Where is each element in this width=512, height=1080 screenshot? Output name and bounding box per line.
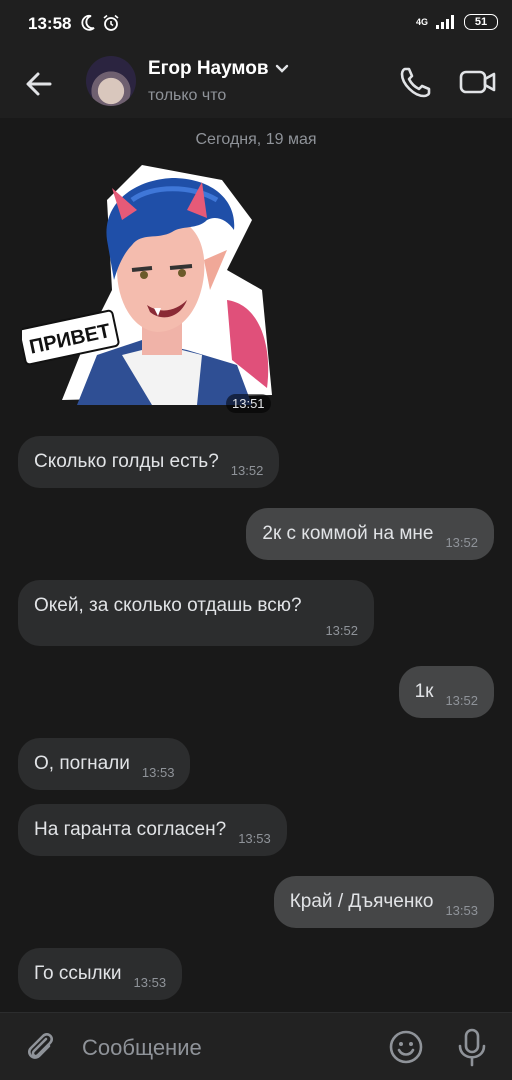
battery-indicator: 51	[464, 14, 498, 30]
message-input[interactable]	[80, 1027, 374, 1069]
status-time: 13:58	[28, 14, 72, 33]
message-bubble[interactable]: Го ссылки 13:53	[18, 948, 183, 1000]
message-bubble[interactable]: Окей, за сколько отдашь всю? 13:52	[18, 580, 374, 646]
chat-screen: 13:58 4G 51 Егор Наумов только что Сегод…	[0, 0, 512, 1080]
message-bubble[interactable]: На гаранта согласен? 13:53	[18, 804, 287, 856]
message-bubble[interactable]: Край / Дъяченко 13:53	[273, 876, 494, 928]
phone-icon[interactable]	[396, 62, 436, 102]
date-separator: Сегодня, 19 мая	[195, 131, 317, 148]
sticker-time: 13:51	[226, 394, 271, 413]
contact-name[interactable]: Егор Наумов	[148, 58, 289, 80]
contact-avatar[interactable]	[86, 56, 136, 106]
smile-icon[interactable]	[388, 1029, 424, 1065]
contact-status: только что	[148, 87, 227, 104]
chat-header: Егор Наумов только что	[0, 48, 512, 118]
video-camera-icon[interactable]	[456, 62, 500, 102]
chevron-down-icon	[275, 64, 288, 73]
message-bubble[interactable]: О, погнали 13:53	[18, 738, 191, 790]
back-arrow-icon[interactable]	[20, 64, 60, 104]
message-bubble[interactable]: Сколько голды есть? 13:52	[18, 436, 280, 488]
message-bubble[interactable]: 1к 13:52	[398, 666, 494, 718]
microphone-icon[interactable]	[454, 1027, 490, 1067]
alarm-icon	[103, 14, 119, 31]
contact-name-text: Егор Наумов	[148, 58, 269, 79]
sticker-devil[interactable]: ПРИВЕТ	[22, 160, 280, 420]
message-composer	[0, 1012, 512, 1080]
moon-icon	[81, 14, 95, 31]
paperclip-icon[interactable]	[22, 1029, 58, 1065]
signal-icon	[436, 15, 454, 29]
message-bubble[interactable]: 2к с коммой на мне 13:52	[246, 508, 494, 560]
network-type: 4G	[415, 17, 428, 27]
status-bar: 13:58 4G 51	[0, 0, 512, 48]
